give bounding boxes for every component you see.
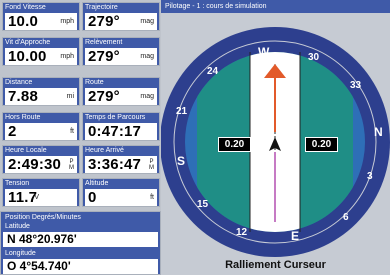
field-label: Vit d'Approche: [5, 39, 51, 46]
field-value-box: 279° mag: [85, 48, 157, 65]
field-label: Temps de Parcours: [85, 114, 146, 121]
data-fields-panel: Fond Vitesse 10.0 mph Trajectoire 279° m…: [0, 0, 161, 275]
field-value: 279°: [88, 88, 120, 105]
field-value: 7.88: [8, 88, 38, 105]
compass-label-3: 3: [367, 171, 373, 182]
field-label: Heure Locale: [5, 147, 47, 154]
field-unit: mi: [66, 93, 74, 100]
xte-left-value: 0.20: [218, 137, 251, 152]
field-fond-vitesse[interactable]: Fond Vitesse 10.0 mph: [2, 2, 80, 31]
field-value: 0:47:17: [88, 123, 142, 140]
field-value: 11.7: [8, 189, 38, 206]
field-value: 0: [88, 189, 97, 206]
field-heure-arrive[interactable]: Heure Arrivé 3:36:47 PM: [82, 145, 160, 174]
field-vit-approche[interactable]: Vit d'Approche 10.00 mph: [2, 37, 80, 66]
field-value-box: 0 ft: [85, 189, 157, 206]
field-unit: PM: [149, 159, 154, 171]
xte-right-value: 0.20: [305, 137, 338, 152]
latitude-field: N 48°20.976': [3, 232, 158, 247]
field-tension[interactable]: Tension 11.7 V: [2, 178, 80, 207]
position-box[interactable]: Position Degrés/Minutes Latitude N 48°20…: [0, 211, 161, 275]
steering-mode-caption: Ralliement Curseur: [225, 259, 326, 271]
field-value-box: 0:47:17: [85, 123, 157, 140]
compass-label-n: N: [374, 125, 383, 139]
field-label: Trajectoire: [85, 4, 118, 11]
field-value-box: 10.0 mph: [5, 13, 77, 30]
field-unit: V: [34, 194, 39, 201]
field-label: Tension: [5, 180, 30, 187]
field-distance[interactable]: Distance 7.88 mi: [2, 77, 80, 106]
field-value: 10.00: [8, 48, 47, 65]
compass-label-12: 12: [236, 227, 248, 238]
field-value: 2: [8, 123, 17, 140]
field-unit: mph: [60, 53, 74, 60]
field-unit: ft: [70, 128, 74, 135]
longitude-field: O 4°54.740': [3, 259, 158, 274]
longitude-label: Longitude: [5, 250, 36, 257]
compass-label-6: 6: [343, 212, 349, 223]
field-unit: mag: [140, 53, 154, 60]
field-value: 279°: [88, 48, 120, 65]
field-value-box: 279° mag: [85, 88, 157, 105]
compass-label-15: 15: [197, 199, 209, 210]
latitude-value: N 48°20.976': [7, 232, 77, 246]
field-route[interactable]: Route 279° mag: [82, 77, 160, 106]
field-label: Relèvement: [85, 39, 123, 46]
field-value: 2:49:30: [8, 156, 62, 173]
field-unit: PM: [69, 159, 74, 171]
compass-label-s: S: [177, 154, 186, 168]
compass-label-e: E: [291, 229, 300, 243]
field-label: Heure Arrivé: [85, 147, 124, 154]
field-temps-parcours[interactable]: Temps de Parcours 0:47:17: [82, 112, 160, 141]
field-value: 10.0: [8, 13, 38, 30]
field-value: 279°: [88, 13, 120, 30]
field-label: Fond Vitesse: [5, 4, 46, 11]
field-unit: mag: [140, 18, 154, 25]
compass-dial: [161, 27, 390, 257]
field-value-box: 7.88 mi: [5, 88, 77, 105]
position-header: Position Degrés/Minutes: [5, 214, 81, 221]
field-value: 3:36:47: [88, 156, 142, 173]
longitude-value: O 4°54.740': [7, 259, 71, 273]
field-value-box: 10.00 mph: [5, 48, 77, 65]
field-label: Route: [85, 79, 104, 86]
compass-label-24: 24: [207, 66, 219, 77]
field-trajectoire[interactable]: Trajectoire 279° mag: [82, 2, 160, 31]
field-unit: ft: [150, 194, 154, 201]
field-label: Hors Route: [5, 114, 41, 121]
compass-label-33: 33: [350, 80, 362, 91]
field-value-box: 2 ft: [5, 123, 77, 140]
compass-label-30: 30: [308, 52, 320, 63]
pilotage-screen: Fond Vitesse 10.0 mph Trajectoire 279° m…: [0, 0, 390, 275]
field-unit: mag: [140, 93, 154, 100]
field-value-box: 2:49:30 PM: [5, 156, 77, 173]
field-altitude[interactable]: Altitude 0 ft: [82, 178, 160, 207]
field-heure-locale[interactable]: Heure Locale 2:49:30 PM: [2, 145, 80, 174]
field-relevement[interactable]: Relèvement 279° mag: [82, 37, 160, 66]
field-hors-route[interactable]: Hors Route 2 ft: [2, 112, 80, 141]
field-label: Distance: [5, 79, 33, 86]
field-value-box: 11.7 V: [5, 189, 77, 206]
field-value-box: 279° mag: [85, 13, 157, 30]
field-value-box: 3:36:47 PM: [85, 156, 157, 173]
pilotage-panel: Pilotage - 1 : cours de simulation W 30 …: [161, 0, 390, 275]
field-label: Altitude: [85, 180, 109, 187]
latitude-label: Latitude: [5, 223, 30, 230]
field-unit: mph: [60, 18, 74, 25]
compass-label-w: W: [258, 45, 270, 59]
compass-label-21: 21: [176, 106, 188, 117]
